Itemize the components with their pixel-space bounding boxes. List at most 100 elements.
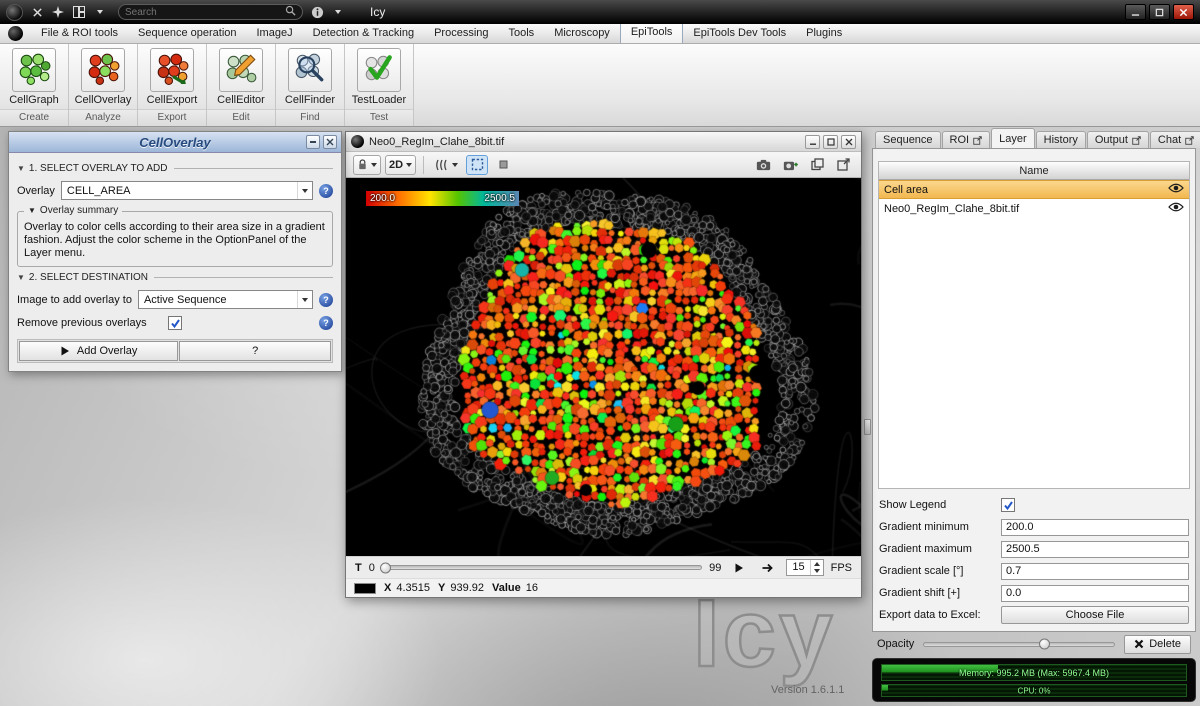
close-button[interactable] bbox=[1173, 4, 1194, 20]
image-canvas[interactable] bbox=[346, 178, 861, 556]
cellfinder-button[interactable] bbox=[288, 48, 332, 92]
search-icon[interactable] bbox=[285, 3, 296, 21]
celloverlay-button[interactable] bbox=[81, 48, 125, 92]
fps-spinner-arrows[interactable] bbox=[809, 560, 823, 575]
testloader-button[interactable] bbox=[357, 48, 401, 92]
view-mode-select[interactable]: 2D bbox=[385, 154, 417, 175]
destination-select[interactable]: Active Sequence bbox=[137, 290, 313, 309]
cellexport-button[interactable] bbox=[150, 48, 194, 92]
info-menu-caret-icon[interactable] bbox=[331, 5, 345, 19]
overlay-type-select[interactable]: CELL_AREA bbox=[60, 181, 313, 200]
tab-imagej[interactable]: ImageJ bbox=[247, 24, 303, 43]
selection-tool-button[interactable] bbox=[466, 154, 489, 175]
viewer-titlebar[interactable]: Neo0_RegIm_Clahe_8bit.tif bbox=[346, 132, 861, 152]
remove-overlays-checkbox[interactable] bbox=[168, 316, 182, 330]
tab-output[interactable]: Output bbox=[1086, 131, 1149, 148]
gradient-scale-input[interactable] bbox=[1001, 562, 1189, 580]
viewer-minimize-button[interactable] bbox=[805, 134, 820, 149]
tab-plugins[interactable]: Plugins bbox=[796, 24, 852, 43]
icy-logo-icon[interactable] bbox=[6, 3, 23, 21]
panel-splitter[interactable] bbox=[864, 131, 871, 660]
snapshot-region-button[interactable] bbox=[779, 155, 802, 175]
time-slider[interactable] bbox=[379, 562, 703, 573]
remove-overlays-help-icon[interactable]: ? bbox=[319, 316, 333, 330]
tile-windows-icon[interactable] bbox=[72, 5, 86, 19]
loop-button[interactable] bbox=[757, 558, 779, 578]
overlay-summary-legend[interactable]: ▼ Overlay summary bbox=[24, 205, 123, 216]
layer-visibility-eye-icon[interactable] bbox=[1168, 183, 1184, 196]
choose-file-button[interactable]: Choose File bbox=[1001, 606, 1189, 624]
group-label-export: Export bbox=[138, 109, 206, 126]
fit-canvas-button[interactable] bbox=[492, 155, 514, 175]
tab-detection-tracking[interactable]: Detection & Tracking bbox=[303, 24, 425, 43]
show-legend-checkbox[interactable] bbox=[1001, 498, 1015, 512]
tab-epitools[interactable]: EpiTools bbox=[619, 22, 684, 43]
search-input[interactable] bbox=[125, 6, 285, 18]
viewer-maximize-button[interactable] bbox=[823, 134, 838, 149]
dialog-help-button[interactable]: ? bbox=[179, 341, 331, 361]
gradient-maximum-input[interactable] bbox=[1001, 540, 1189, 558]
tab-file-roi-tools[interactable]: File & ROI tools bbox=[31, 24, 128, 43]
celleditor-button[interactable] bbox=[219, 48, 263, 92]
cellgraph-button[interactable] bbox=[12, 48, 56, 92]
celloverlay-dialog-titlebar[interactable]: CellOverlay bbox=[9, 132, 341, 153]
lock-view-button[interactable] bbox=[353, 154, 381, 175]
viewer-icy-icon bbox=[351, 135, 364, 148]
ribbon-group-edit: CellEditor Edit bbox=[207, 44, 276, 126]
tab-sequence-operation[interactable]: Sequence operation bbox=[128, 24, 246, 43]
group-label-analyze: Analyze bbox=[69, 109, 137, 126]
fps-spinner[interactable]: 15 bbox=[786, 559, 824, 576]
tab-layer[interactable]: Layer bbox=[991, 128, 1035, 148]
icy-mini-logo-icon[interactable] bbox=[8, 26, 23, 41]
layer-visibility-eye-icon[interactable] bbox=[1168, 202, 1184, 215]
layer-row-cell-area[interactable]: Cell area bbox=[879, 180, 1189, 199]
tab-epitools-dev-tools[interactable]: EpiTools Dev Tools bbox=[683, 24, 796, 43]
time-slider-thumb[interactable] bbox=[379, 562, 391, 573]
dialog-collapse-button[interactable] bbox=[306, 135, 320, 149]
combo-caret-icon bbox=[297, 182, 312, 199]
tab-microscopy[interactable]: Microscopy bbox=[544, 24, 620, 43]
duplicate-view-button[interactable] bbox=[806, 155, 828, 175]
snapshot-button[interactable] bbox=[752, 155, 775, 175]
viewer-close-button[interactable] bbox=[841, 134, 856, 149]
delete-layer-button[interactable]: Delete bbox=[1124, 634, 1191, 654]
tab-processing[interactable]: Processing bbox=[424, 24, 498, 43]
remove-overlays-label: Remove previous overlays bbox=[17, 317, 147, 329]
cpu-usage-text: CPU: 0% bbox=[1017, 686, 1051, 696]
destination-help-icon[interactable]: ? bbox=[319, 292, 333, 307]
layer-row-image[interactable]: Neo0_RegIm_Clahe_8bit.tif bbox=[879, 199, 1189, 218]
maximize-button[interactable] bbox=[1149, 4, 1170, 20]
add-overlay-button[interactable]: Add Overlay bbox=[19, 341, 179, 361]
lut-scroll-button[interactable] bbox=[431, 155, 462, 175]
window-menu-caret-icon[interactable] bbox=[93, 5, 107, 19]
info-icon[interactable] bbox=[310, 5, 324, 19]
dialog-close-button[interactable] bbox=[323, 135, 337, 149]
inspector-tabs: Sequence ROI Layer History Output Chat bbox=[872, 128, 1200, 148]
view-mode-value: 2D bbox=[389, 158, 404, 171]
tab-sequence[interactable]: Sequence bbox=[875, 131, 941, 148]
section-select-destination-title: 2. SELECT DESTINATION bbox=[28, 272, 149, 283]
celleditor-icon bbox=[224, 51, 258, 90]
opacity-slider-thumb[interactable] bbox=[1039, 638, 1051, 650]
pixel-status-bar: X 4.3515 Y 939.92 Value 16 bbox=[346, 578, 861, 597]
overlay-help-icon[interactable]: ? bbox=[319, 183, 333, 198]
detach-view-button[interactable] bbox=[832, 155, 854, 175]
overlay-type-value: CELL_AREA bbox=[66, 184, 131, 197]
detach-windows-icon[interactable] bbox=[30, 5, 44, 19]
gradient-minimum-input[interactable] bbox=[1001, 518, 1189, 536]
tab-roi[interactable]: ROI bbox=[941, 131, 991, 148]
tab-tools[interactable]: Tools bbox=[499, 24, 545, 43]
organize-windows-icon[interactable] bbox=[51, 5, 65, 19]
opacity-slider[interactable] bbox=[923, 638, 1116, 650]
tab-chat[interactable]: Chat bbox=[1149, 131, 1200, 148]
section-select-overlay[interactable]: ▼ 1. SELECT OVERLAY TO ADD bbox=[17, 163, 333, 174]
gradient-shift-input[interactable] bbox=[1001, 584, 1189, 602]
minimize-button[interactable] bbox=[1125, 4, 1146, 20]
play-button[interactable] bbox=[728, 558, 750, 578]
external-link-icon bbox=[836, 158, 850, 171]
splitter-handle[interactable] bbox=[864, 419, 871, 435]
cellgraph-icon bbox=[17, 51, 51, 90]
section-select-destination[interactable]: ▼ 2. SELECT DESTINATION bbox=[17, 272, 333, 283]
viewer-toolbar: 2D bbox=[346, 152, 861, 178]
tab-history[interactable]: History bbox=[1035, 131, 1086, 148]
